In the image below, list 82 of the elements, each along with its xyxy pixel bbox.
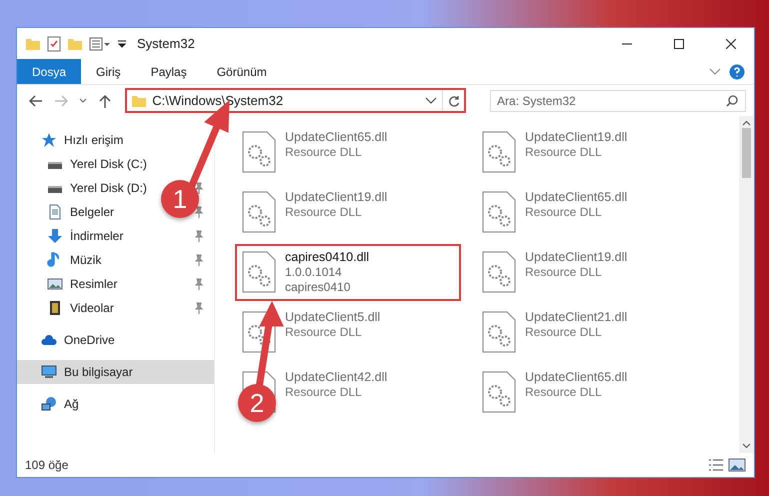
scroll-thumb[interactable] (742, 128, 751, 178)
star-icon (41, 132, 57, 148)
cloud-icon (41, 332, 57, 348)
file-name: UpdateClient65.dll (285, 130, 388, 144)
file-detail: Resource DLL (525, 205, 603, 219)
file-detail: Resource DLL (525, 145, 603, 159)
gear-file-icon (241, 250, 277, 294)
file-detail: Resource DLL (285, 385, 363, 399)
ribbon-tab[interactable]: Giriş (81, 59, 136, 84)
pin-icon (194, 206, 204, 218)
refresh-icon (448, 94, 460, 106)
checklist-icon (47, 36, 61, 52)
file-detail: 1.0.0.1014 (285, 265, 343, 279)
sidebar-item[interactable]: İndirmeler (70, 229, 124, 243)
item-count: 109 öğe (25, 458, 70, 472)
close-icon (726, 38, 736, 48)
pin-icon (194, 278, 204, 290)
gear-file-icon (481, 190, 517, 234)
details-view-icon[interactable] (708, 458, 724, 472)
chevron-down-icon (709, 68, 721, 76)
file-name: UpdateClient65.dll (525, 190, 628, 204)
sidebar-item[interactable]: Ağ (64, 397, 79, 411)
address-bar[interactable]: C:\Windows\System32 (125, 88, 466, 113)
chevron-down-icon[interactable] (425, 96, 438, 104)
down-arrow-icon (47, 228, 63, 244)
gear-file-icon (481, 250, 517, 294)
file-menu-tab[interactable]: Dosya (17, 59, 82, 84)
tiles-view-icon[interactable] (728, 458, 746, 472)
up-arrow-icon (98, 94, 111, 108)
file-name: capires0410.dll (285, 250, 370, 264)
ribbon-tab[interactable]: Paylaş (136, 59, 202, 84)
gear-file-icon (241, 130, 277, 174)
computer-icon (41, 364, 57, 380)
scroll-up-icon[interactable] (742, 120, 751, 126)
file-name: UpdateClient5.dll (285, 310, 380, 324)
file-name: UpdateClient19.dll (525, 250, 628, 264)
pin-icon (194, 182, 204, 194)
sidebar-item[interactable]: Yerel Disk (D:) (70, 181, 147, 195)
back-arrow-icon (28, 94, 43, 106)
file-detail: capires0410 (285, 280, 352, 294)
film-icon (47, 300, 63, 316)
ribbon-tab[interactable]: Görünüm (202, 59, 282, 84)
chevron-down-icon (78, 98, 87, 104)
sidebar-item[interactable]: Hızlı erişim (64, 133, 124, 147)
file-tile[interactable]: capires0410.dll 1.0.0.1014 capires0410 (235, 244, 461, 301)
sidebar-item[interactable]: Videolar (70, 301, 114, 315)
scrollbar[interactable] (739, 116, 754, 453)
sidebar-item[interactable]: OneDrive (64, 333, 115, 347)
scroll-down-icon[interactable] (742, 443, 751, 449)
sidebar-item[interactable]: Yerel Disk (C:) (70, 157, 147, 171)
search-icon (726, 94, 738, 106)
sidebar-item[interactable]: Belgeler (70, 205, 114, 219)
gear-file-icon (481, 310, 517, 354)
file-detail: Resource DLL (285, 145, 363, 159)
document-icon (47, 204, 63, 220)
properties-icon (89, 36, 111, 50)
file-name: UpdateClient42.dll (285, 370, 388, 384)
network-icon (41, 396, 57, 412)
file-detail: Resource DLL (525, 325, 603, 339)
file-name: UpdateClient65.dll (525, 370, 628, 384)
gear-file-icon (241, 190, 277, 234)
sidebar-item[interactable]: Müzik (70, 253, 102, 267)
window-title: System32 (137, 36, 196, 51)
gear-file-icon (481, 370, 517, 414)
sidebar-item[interactable]: Resimler (70, 277, 118, 291)
forward-arrow-icon (54, 94, 68, 106)
search-field[interactable]: Ara: System32 (490, 90, 746, 112)
sidebar-item[interactable]: Bu bilgisayar (17, 360, 214, 384)
pin-icon (194, 230, 204, 242)
picture-icon (47, 276, 63, 292)
pin-icon (194, 254, 204, 266)
file-detail: Resource DLL (285, 325, 363, 339)
file-detail: Resource DLL (525, 385, 603, 399)
file-name: UpdateClient19.dll (285, 190, 388, 204)
maximize-icon (674, 38, 684, 48)
file-detail: Resource DLL (525, 265, 603, 279)
gear-file-icon (481, 130, 517, 174)
dropdown-icon[interactable] (117, 38, 127, 48)
file-detail: Resource DLL (285, 205, 363, 219)
pin-icon (194, 302, 204, 314)
file-name: UpdateClient19.dll (525, 130, 628, 144)
file-name: UpdateClient21.dll (525, 310, 628, 324)
